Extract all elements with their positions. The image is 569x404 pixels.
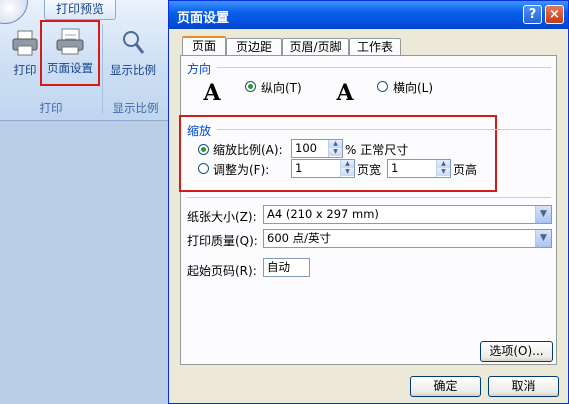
landscape-page-icon: A [336, 80, 354, 106]
ribbon: 打印预览 打印 页面设置 显示比例 打印 显示比例 [0, 0, 175, 121]
tab-sheet[interactable]: 工作表 [349, 38, 401, 56]
close-button[interactable]: × [545, 5, 564, 24]
adjust-spinner[interactable]: ▲ ▼ [328, 140, 342, 157]
fit-wide-spinner[interactable]: ▲ ▼ [340, 160, 354, 177]
zoom-label: 显示比例 [110, 63, 156, 77]
chevron-down-icon[interactable]: ▼ [535, 230, 551, 247]
tab-page[interactable]: 页面 [182, 36, 226, 57]
divider [217, 67, 551, 68]
adjust-percent-input[interactable]: 100 ▲ ▼ [291, 139, 343, 158]
fit-tall-spinner[interactable]: ▲ ▼ [436, 160, 450, 177]
options-button[interactable]: 选项(O)... [480, 341, 553, 362]
page-setup-dialog: 页面设置 ? × 页面 页边距 页眉/页脚 工作表 方向 A 纵向(T) A 横… [168, 0, 569, 404]
dialog-title: 页面设置 [177, 11, 230, 26]
office-button[interactable] [0, 0, 28, 24]
adjust-percent-value: 100 [295, 141, 317, 155]
portrait-radio[interactable] [245, 81, 256, 92]
printer-icon [10, 28, 40, 58]
first-page-input[interactable]: 自动 [263, 258, 310, 277]
print-quality-select[interactable]: 600 点/英寸 ▼ [263, 229, 552, 248]
paper-size-select[interactable]: A4 (210 x 297 mm) ▼ [263, 205, 552, 224]
adjust-suffix: % 正常尺寸 [345, 143, 409, 157]
divider [217, 129, 551, 130]
paper-size-label: 纸张大小(Z): [187, 210, 257, 224]
first-page-label: 起始页码(R): [187, 264, 257, 278]
print-label: 打印 [13, 63, 37, 77]
fit-radio[interactable] [198, 163, 209, 174]
cancel-button[interactable]: 取消 [488, 376, 559, 397]
fit-tall-suffix: 页高 [453, 163, 478, 177]
page-setup-icon [55, 26, 85, 56]
fit-tall-input[interactable]: 1 ▲ ▼ [387, 159, 451, 178]
fit-label: 调整为(F): [213, 163, 270, 177]
scaling-heading: 缩放 [187, 124, 212, 138]
fit-wide-value: 1 [295, 161, 303, 175]
print-quality-label: 打印质量(Q): [187, 234, 258, 248]
portrait-label: 纵向(T) [261, 81, 302, 95]
portrait-page-icon: A [203, 80, 221, 106]
print-quality-value: 600 点/英寸 [267, 231, 331, 245]
landscape-label: 横向(L) [393, 81, 434, 95]
paper-size-value: A4 (210 x 297 mm) [267, 207, 379, 221]
group-label-zoom: 显示比例 [112, 101, 159, 115]
zoom-button[interactable]: 显示比例 [108, 24, 158, 82]
dialog-titlebar: 页面设置 ? × [169, 1, 568, 29]
orientation-heading: 方向 [187, 62, 212, 76]
chevron-down-icon[interactable]: ▼ [535, 206, 551, 223]
fit-wide-suffix: 页宽 [357, 163, 382, 177]
ok-button[interactable]: 确定 [410, 376, 481, 397]
tab-margins[interactable]: 页边距 [226, 38, 282, 56]
fit-wide-input[interactable]: 1 ▲ ▼ [291, 159, 355, 178]
adjust-radio[interactable] [198, 144, 209, 155]
print-button[interactable]: 打印 [6, 24, 44, 82]
first-page-value: 自动 [267, 260, 290, 274]
divider [187, 197, 551, 198]
page-setup-label: 页面设置 [47, 61, 93, 75]
tab-print-preview[interactable]: 打印预览 [44, 0, 116, 20]
group-label-print: 打印 [39, 101, 63, 115]
fit-tall-value: 1 [391, 161, 399, 175]
page-setup-button[interactable]: 页面设置 [40, 20, 100, 86]
help-button[interactable]: ? [523, 5, 542, 24]
magnifier-icon [118, 28, 148, 58]
adjust-label: 缩放比例(A): [213, 143, 283, 157]
tab-header-footer[interactable]: 页眉/页脚 [282, 38, 349, 56]
landscape-radio[interactable] [377, 81, 388, 92]
